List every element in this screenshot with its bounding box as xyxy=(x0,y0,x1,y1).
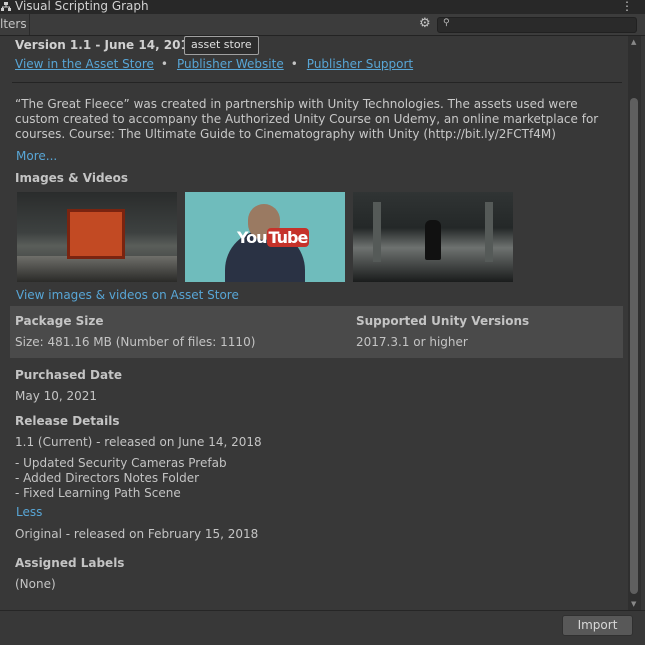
vertical-scrollbar[interactable]: ▲ ▼ xyxy=(628,36,641,610)
original-release: Original - released on February 15, 2018 xyxy=(15,527,259,541)
less-link[interactable]: Less xyxy=(16,505,42,519)
package-size-title: Package Size xyxy=(15,314,104,328)
assigned-labels-value: (None) xyxy=(15,577,56,591)
scroll-down-arrow-icon[interactable]: ▼ xyxy=(631,600,636,608)
images-videos-title: Images & Videos xyxy=(15,171,129,185)
package-version: Version 1.1 - June 14, 2018 xyxy=(15,38,198,52)
supported-versions-title: Supported Unity Versions xyxy=(356,314,530,328)
link-separator: • xyxy=(160,57,168,71)
package-details: Version 1.1 - June 14, 2018 asset store … xyxy=(0,36,628,610)
scroll-up-arrow-icon[interactable]: ▲ xyxy=(631,38,636,46)
media-thumbnail[interactable] xyxy=(353,192,513,282)
release-details-title: Release Details xyxy=(15,414,120,428)
release-note: - Added Directors Notes Folder xyxy=(15,471,200,485)
divider xyxy=(12,82,622,83)
toolbar: lters ⚙ ⚲ xyxy=(0,14,645,36)
import-button[interactable]: Import xyxy=(562,615,633,636)
search-icon: ⚲ xyxy=(443,18,450,28)
link-separator: • xyxy=(290,57,298,71)
graph-icon xyxy=(1,2,11,11)
video-thumbnail[interactable]: You Tube xyxy=(185,192,345,282)
more-link[interactable]: More... xyxy=(16,149,57,163)
gear-icon[interactable]: ⚙ xyxy=(419,17,431,31)
kebab-icon[interactable]: ⋮ xyxy=(621,0,633,13)
youtube-logo: You Tube xyxy=(237,228,310,247)
view-media-link[interactable]: View images & videos on Asset Store xyxy=(16,288,239,302)
asset-store-badge: asset store xyxy=(184,36,259,55)
assigned-labels-title: Assigned Labels xyxy=(15,556,125,570)
release-note: - Updated Security Cameras Prefab xyxy=(15,456,227,470)
media-thumbnail[interactable] xyxy=(17,192,177,282)
purchased-date-title: Purchased Date xyxy=(15,368,122,382)
search-input[interactable] xyxy=(453,18,631,32)
view-in-asset-store-link[interactable]: View in the Asset Store xyxy=(15,57,154,71)
release-note: - Fixed Learning Path Scene xyxy=(15,486,181,500)
window-title-bar: Visual Scripting Graph ⋮ xyxy=(0,0,645,14)
package-description: “The Great Fleece” was created in partne… xyxy=(15,97,599,141)
purchased-date-value: May 10, 2021 xyxy=(15,389,98,403)
package-links: View in the Asset Store • Publisher Websit… xyxy=(15,57,413,71)
publisher-website-link[interactable]: Publisher Website xyxy=(177,57,284,71)
publisher-support-link[interactable]: Publisher Support xyxy=(307,57,413,71)
supported-versions-value: 2017.3.1 or higher xyxy=(356,335,468,349)
window-title: Visual Scripting Graph xyxy=(15,0,149,13)
package-size-value: Size: 481.16 MB (Number of files: 1110) xyxy=(15,335,256,349)
search-field[interactable]: ⚲ xyxy=(437,17,637,33)
footer-bar: Import xyxy=(0,610,645,645)
current-release: 1.1 (Current) - released on June 14, 201… xyxy=(15,435,262,449)
toolbar-divider xyxy=(29,14,30,35)
filters-dropdown[interactable]: lters xyxy=(0,17,27,31)
scrollbar-thumb[interactable] xyxy=(630,98,638,594)
